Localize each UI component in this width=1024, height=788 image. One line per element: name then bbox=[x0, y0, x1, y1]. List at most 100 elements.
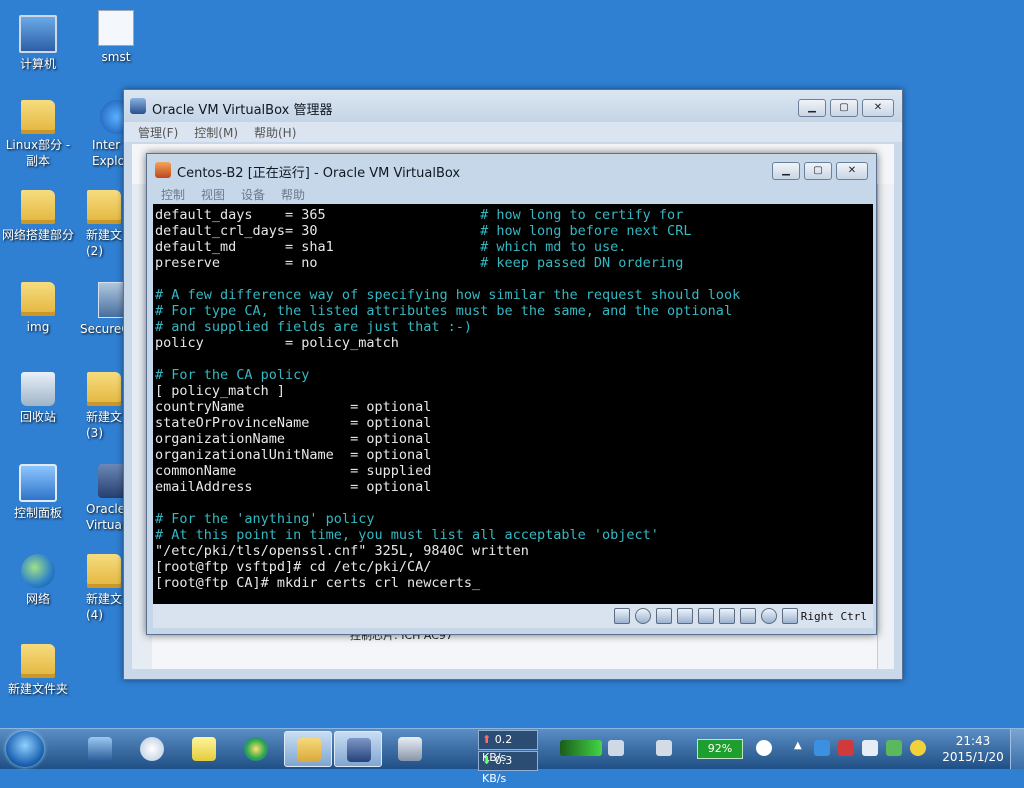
terminal-line-comment: # A few difference way of specifying how… bbox=[155, 287, 741, 303]
terminal-line-text: organizationalUnitName = optional bbox=[155, 447, 432, 463]
terminal-line-text: [ policy_match ] bbox=[155, 383, 286, 399]
browser-icon bbox=[244, 737, 268, 761]
desktop-icon-label: 新建文件夹 bbox=[7, 682, 68, 696]
desktop-icon-label: 新建文 (3) bbox=[86, 410, 123, 440]
close-button[interactable]: ✕ bbox=[862, 99, 894, 117]
desktop-icon-computer[interactable]: 计算机 bbox=[0, 10, 76, 72]
terminal-line-text: commonName = supplied bbox=[155, 463, 432, 479]
tray-flag-icon[interactable] bbox=[838, 740, 854, 756]
desktop-icon-securecrt[interactable]: SecureC bbox=[78, 282, 134, 337]
cpu-icon[interactable] bbox=[739, 608, 756, 624]
start-button[interactable] bbox=[6, 731, 44, 767]
terminal-line: countryName = optional bbox=[155, 399, 431, 415]
terminal-line-text: policy = policy_match bbox=[155, 335, 399, 351]
terminal-line-comment: # For the 'anything' policy bbox=[155, 511, 375, 527]
folder-icon bbox=[21, 644, 55, 678]
terminal-line: commonName = supplied bbox=[155, 463, 431, 479]
vm-title-bar[interactable]: Centos-B2 [正在运行] - Oracle VM VirtualBox … bbox=[147, 154, 876, 184]
desktop-icon-control-panel[interactable]: 控制面板 bbox=[0, 464, 76, 521]
terminal-line-comment: # which md to use. bbox=[480, 239, 627, 255]
network-adapter-icon[interactable] bbox=[676, 608, 693, 624]
minimize-button[interactable]: ▁ bbox=[772, 162, 800, 180]
upload-speed: ⬆ 0.2 KB/s bbox=[478, 730, 538, 764]
terminal-line-comment: # how long before next CRL bbox=[480, 223, 692, 239]
terminal-line: default_days = 365 # how long to certify… bbox=[155, 207, 683, 223]
menu-help[interactable]: 帮助 bbox=[281, 186, 305, 203]
hard-disk-icon[interactable] bbox=[613, 608, 630, 624]
keyboard-icon[interactable] bbox=[656, 740, 672, 756]
clock-time: 21:43 bbox=[955, 734, 991, 748]
terminal-line-text: countryName = optional bbox=[155, 399, 432, 415]
tray-app-icon[interactable] bbox=[814, 740, 830, 756]
taskbar: ⬆ 0.2 KB/s ⬇ 0.3 KB/s 92% ▲ 21:43 2015/1… bbox=[0, 728, 1024, 785]
desktop-icon-new-folder-2[interactable]: 新建文 (2) bbox=[78, 190, 122, 259]
desktop-icon-label: 回收站 bbox=[19, 410, 56, 424]
desktop-icon-label: 新建文 (4) bbox=[86, 592, 123, 622]
terminal-line: "/etc/pki/tls/openssl.cnf" 325L, 9840C w… bbox=[155, 543, 529, 559]
folder-icon bbox=[21, 282, 55, 316]
taskbar-app-explorer[interactable] bbox=[284, 731, 332, 767]
maximize-button[interactable]: ▢ bbox=[830, 99, 858, 117]
desktop-icon-label: img bbox=[26, 320, 50, 334]
menu-devices[interactable]: 设备 bbox=[241, 186, 265, 203]
terminal-line: [root@ftp CA]# mkdir certs crl newcerts_ bbox=[155, 575, 480, 591]
clock-date: 2015/1/20 bbox=[942, 750, 1004, 764]
desktop-icon-img[interactable]: img bbox=[0, 282, 76, 335]
taskbar-app-remote[interactable] bbox=[76, 731, 124, 767]
security-shield-icon[interactable] bbox=[886, 740, 902, 756]
close-button[interactable]: ✕ bbox=[836, 162, 868, 180]
terminal-line: default_md = sha1 # which md to use. bbox=[155, 239, 626, 255]
desktop-icon-smst[interactable]: smst bbox=[78, 10, 154, 65]
shared-folder-icon[interactable] bbox=[697, 608, 714, 624]
desktop-icon-linux-folder[interactable]: Linux部分 - 副本 bbox=[0, 100, 76, 169]
power-plug-icon[interactable] bbox=[756, 740, 772, 756]
taskbar-app-tool[interactable] bbox=[386, 731, 434, 767]
desktop-icon-network-folder[interactable]: 网络搭建部分 bbox=[0, 190, 76, 243]
chevron-up-icon[interactable]: ▲ bbox=[794, 740, 804, 756]
terminal-line: policy = policy_match bbox=[155, 335, 399, 351]
show-desktop-button[interactable] bbox=[1010, 729, 1024, 769]
system-clock[interactable]: 21:43 2015/1/20 bbox=[938, 733, 1008, 765]
folder-icon bbox=[21, 190, 55, 224]
terminal-line: # A few difference way of specifying how… bbox=[155, 287, 740, 303]
taskbar-app-browser[interactable] bbox=[232, 731, 280, 767]
mouse-integration-icon[interactable] bbox=[760, 608, 777, 624]
menu-control[interactable]: 控制 bbox=[161, 186, 185, 203]
menu-manage[interactable]: 管理(F) bbox=[138, 124, 178, 141]
taskbar-app-paint[interactable] bbox=[128, 731, 176, 767]
sticky-notes-icon bbox=[192, 737, 216, 761]
optical-drive-icon[interactable] bbox=[634, 608, 651, 624]
terminal-screen[interactable]: default_days = 365 # how long to certify… bbox=[153, 204, 873, 604]
manager-title-bar[interactable]: Oracle VM VirtualBox 管理器 ▁ ▢ ✕ bbox=[124, 90, 902, 122]
minimize-button[interactable]: ▁ bbox=[798, 99, 826, 117]
plus-badge-icon[interactable] bbox=[910, 740, 926, 756]
terminal-text: default_days = 365 # how long to certify… bbox=[153, 204, 873, 591]
menu-help[interactable]: 帮助(H) bbox=[254, 124, 296, 141]
video-capture-icon[interactable] bbox=[718, 608, 735, 624]
terminal-line-text: default_crl_days= 30 bbox=[155, 223, 318, 239]
desktop-icon-recycle-bin[interactable]: 回收站 bbox=[0, 372, 76, 425]
desktop-icon-new-folder[interactable]: 新建文件夹 bbox=[0, 644, 76, 697]
folder-icon bbox=[87, 190, 121, 224]
maximize-button[interactable]: ▢ bbox=[804, 162, 832, 180]
details-scrollbar[interactable] bbox=[877, 184, 894, 669]
desktop-icon-virtualbox[interactable]: Oracle Virtual bbox=[78, 464, 132, 533]
volume-icon[interactable] bbox=[862, 740, 878, 756]
terminal-line-text: emailAddress = optional bbox=[155, 479, 432, 495]
menu-control[interactable]: 控制(M) bbox=[194, 124, 238, 141]
usb-icon[interactable] bbox=[655, 608, 672, 624]
wireless-icon[interactable] bbox=[608, 740, 624, 756]
taskbar-app-notes[interactable] bbox=[180, 731, 228, 767]
terminal-line: default_crl_days= 30 # how long before n… bbox=[155, 223, 691, 239]
vm-status-bar: Right Ctrl bbox=[153, 604, 873, 628]
taskbar-app-virtualbox[interactable] bbox=[334, 731, 382, 767]
battery-indicator[interactable]: 92% bbox=[697, 739, 743, 759]
tool-icon bbox=[398, 737, 422, 761]
desktop-icon-new-folder-3[interactable]: 新建文 (3) bbox=[78, 372, 122, 441]
signal-strength-icon[interactable] bbox=[560, 740, 602, 756]
desktop-icon-network[interactable]: 网络 bbox=[0, 554, 76, 607]
menu-view[interactable]: 视图 bbox=[201, 186, 225, 203]
terminal-line-comment: # For the CA policy bbox=[155, 367, 310, 383]
desktop-icon-new-folder-4[interactable]: 新建文 (4) bbox=[78, 554, 122, 623]
folder-icon bbox=[87, 372, 121, 406]
